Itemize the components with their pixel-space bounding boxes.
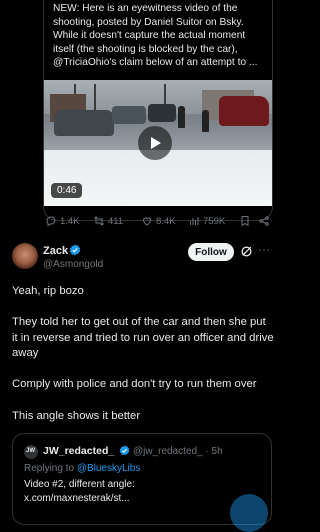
- video-car: [112, 106, 146, 124]
- quote-separator: ·: [205, 446, 209, 457]
- quote-body-line: Video #2, different angle:: [24, 479, 135, 490]
- action-bar: 1.4K 411 8.4K 759K: [43, 215, 273, 231]
- grok-icon[interactable]: [240, 245, 253, 258]
- like-button[interactable]: 8.4K: [141, 215, 176, 227]
- video-person: [202, 110, 209, 132]
- avatar[interactable]: [12, 243, 38, 269]
- quoted-post-card[interactable]: NEW: Here is an eyewitness video of the …: [43, 0, 273, 221]
- quote-author-handle: @jw_redacted_: [133, 446, 203, 457]
- replying-prefix: Replying to: [24, 463, 75, 474]
- share-icon: [259, 216, 269, 226]
- share-button[interactable]: [258, 215, 270, 227]
- video-person: [178, 106, 185, 128]
- compose-button[interactable]: [230, 494, 268, 532]
- reply-button[interactable]: 1.4K: [45, 215, 80, 227]
- replying-to-link[interactable]: @BlueskyLibs: [77, 463, 141, 474]
- follow-button[interactable]: Follow: [188, 243, 234, 261]
- author-name[interactable]: Zack: [43, 245, 68, 257]
- post-paragraph: Yeah, rip bozo: [12, 285, 84, 297]
- video-car-red: [219, 96, 269, 126]
- video-car: [148, 104, 176, 122]
- quote-body: Video #2, different angle: x.com/maxnest…: [24, 478, 260, 506]
- video-player[interactable]: 0:46: [44, 80, 272, 206]
- like-count: 8.4K: [156, 215, 176, 227]
- like-icon: [142, 217, 152, 226]
- post-paragraph: This angle shows it better: [12, 410, 141, 422]
- post-paragraph: They told her to get out of the car and …: [12, 316, 274, 359]
- bookmark-button[interactable]: [239, 215, 251, 227]
- verified-badge-icon: [119, 445, 130, 456]
- play-icon: [151, 137, 161, 149]
- video-duration: 0:46: [51, 183, 83, 198]
- quote-avatar-text: JW: [26, 448, 35, 454]
- verified-badge-icon: [69, 244, 81, 256]
- repost-icon: [94, 216, 104, 226]
- reply-count: 1.4K: [60, 215, 80, 227]
- post-paragraph: Comply with police and don't try to run …: [12, 378, 257, 390]
- views-button[interactable]: 759K: [188, 215, 225, 227]
- bookmark-icon: [241, 216, 249, 227]
- quote-time: 5h: [211, 446, 223, 457]
- repost-button[interactable]: 411: [93, 215, 123, 227]
- quote-avatar: JW: [24, 445, 38, 459]
- quote-meta: @jw_redacted_ · 5h: [133, 446, 223, 457]
- quote-author-name: JW_redacted_: [43, 445, 115, 457]
- quote-replying-to: Replying to @BlueskyLibs: [24, 463, 140, 474]
- video-car-suv: [54, 110, 114, 136]
- quoted-post-text: NEW: Here is an eyewitness video of the …: [53, 3, 258, 69]
- more-icon[interactable]: ···: [258, 243, 270, 257]
- repost-count: 411: [108, 215, 124, 227]
- views-icon: [190, 217, 199, 225]
- reply-icon: [46, 216, 56, 227]
- quote-link[interactable]: x.com/maxnesterak/st...: [24, 492, 260, 506]
- view-count: 759K: [203, 215, 226, 227]
- play-button[interactable]: [138, 126, 172, 160]
- author-handle[interactable]: @Asmongold: [43, 259, 103, 270]
